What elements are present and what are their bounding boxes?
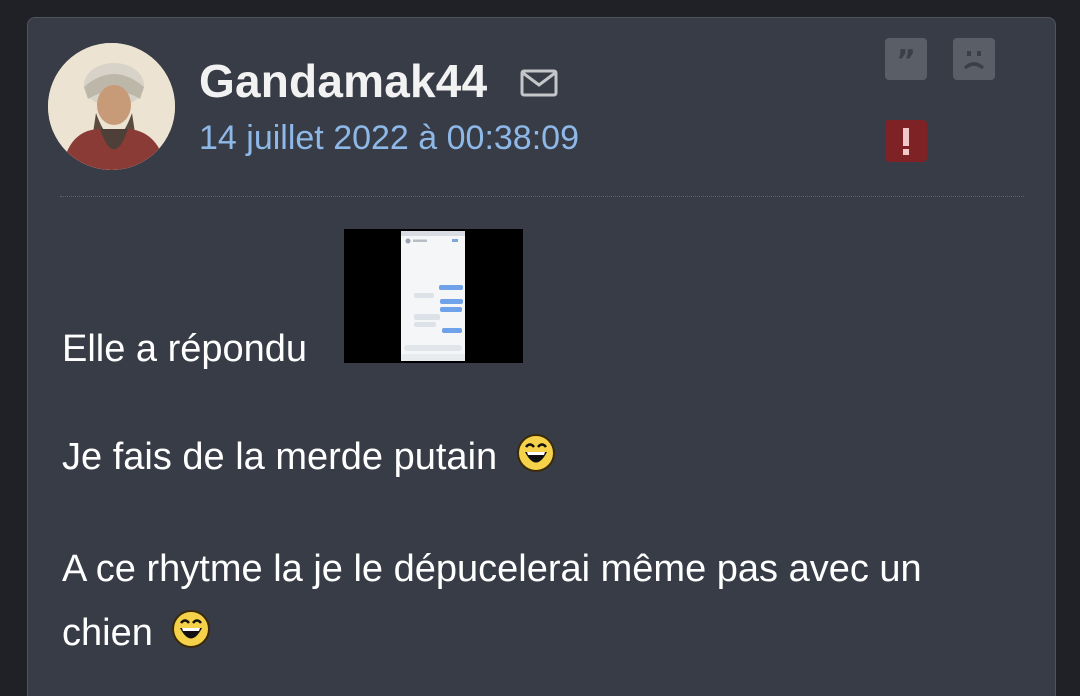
- message-text: Je fais de la merde putain: [62, 436, 498, 478]
- svg-text:”: ”: [896, 44, 916, 79]
- quote-button[interactable]: ”: [885, 38, 927, 80]
- laughing-smiley-icon: [172, 610, 211, 648]
- author-avatar[interactable]: [48, 43, 175, 170]
- author-name[interactable]: Gandamak44: [199, 54, 487, 108]
- sad-face-icon: [963, 51, 985, 70]
- screenshot-thumbnail[interactable]: [344, 229, 523, 363]
- header-separator: [60, 196, 1024, 197]
- message-line-1: Elle a répondu: [62, 328, 307, 371]
- message-line-2: Je fais de la merde putain: [62, 433, 556, 479]
- report-button[interactable]: [885, 120, 927, 162]
- alert-icon: [903, 128, 909, 155]
- sad-face-button[interactable]: [953, 38, 995, 80]
- message-text: Elle a répondu: [62, 328, 308, 370]
- message-line-3: A ce rhytme la je le dépucelerai même pa…: [62, 537, 1022, 665]
- post-date[interactable]: 14 juillet 2022 à 00:38:09: [199, 119, 579, 158]
- mail-icon[interactable]: [519, 67, 559, 99]
- forum-post: Gandamak44 14 juillet 2022 à 00:38:09 ”: [27, 17, 1056, 696]
- laughing-smiley-icon: [516, 434, 555, 472]
- quote-icon: ”: [896, 44, 916, 79]
